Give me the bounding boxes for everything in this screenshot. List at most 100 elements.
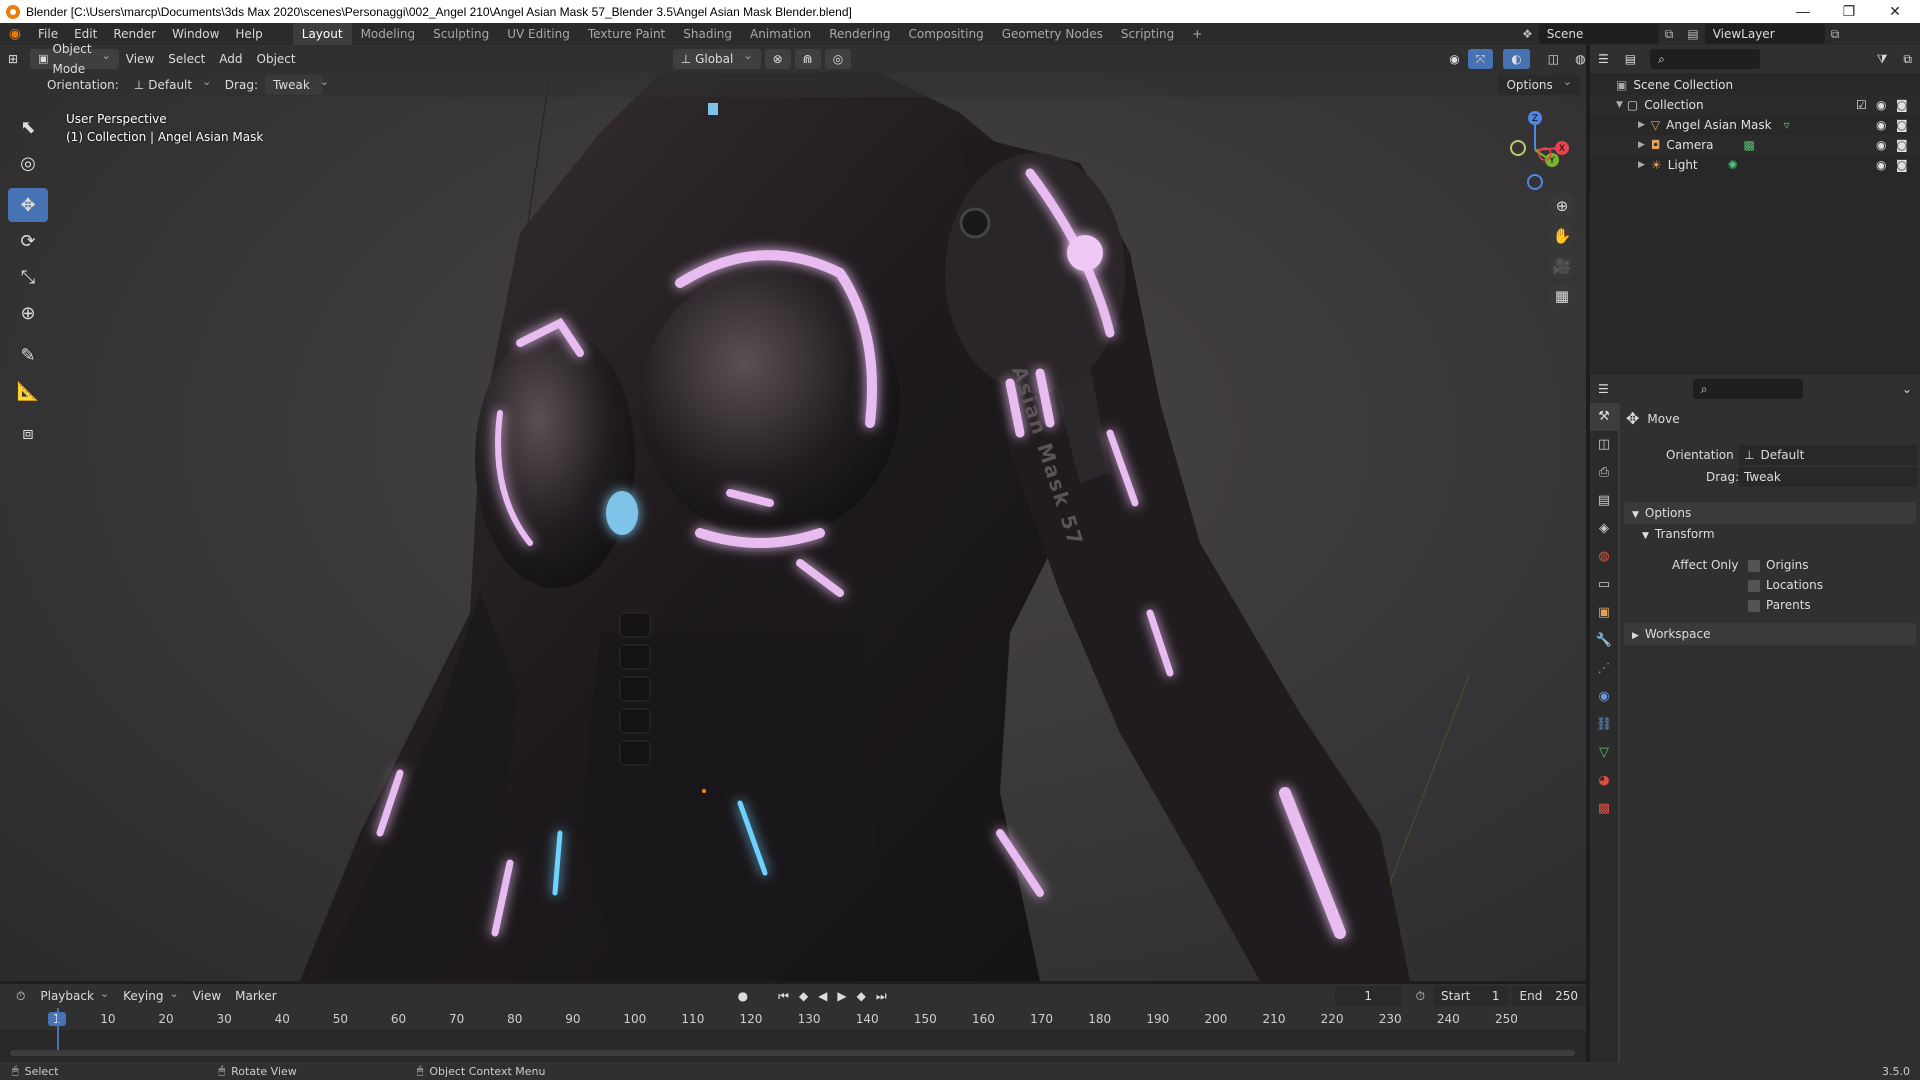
pivot-point-icon[interactable]: ⊗	[764, 49, 791, 69]
expand-icon[interactable]: ▶	[1638, 140, 1645, 150]
outliner-search-input[interactable]: ⌕	[1650, 49, 1761, 69]
timeline-scrollbar[interactable]	[10, 1050, 1575, 1056]
origins-checkbox[interactable]	[1748, 559, 1760, 572]
display-mode-icon[interactable]: ▤	[1617, 49, 1644, 69]
preview-range-icon[interactable]: ⏱	[1408, 986, 1433, 1006]
options-panel-header[interactable]: ▼ Options	[1624, 502, 1916, 524]
frame-ruler[interactable]: 1102030405060708090100110120130140150160…	[0, 1008, 1586, 1030]
outliner-item-camera[interactable]: ▶ ◘ Camera ▩ ◉ ◙	[1590, 135, 1920, 155]
menu-object[interactable]: Object	[250, 52, 303, 66]
mesh-data-icon[interactable]: ▿	[1784, 118, 1790, 132]
camera-view-icon[interactable]: 🎥	[1548, 252, 1576, 280]
affect-only-parents[interactable]: Parents	[1748, 598, 1811, 612]
transform-subpanel-header[interactable]: ▼ Transform	[1642, 527, 1715, 541]
tab-modeling[interactable]: Modeling	[352, 23, 425, 45]
menu-view[interactable]: View	[119, 52, 161, 66]
tab-material-icon[interactable]: ◕	[1590, 767, 1618, 795]
mode-selector[interactable]: ▣ Object Mode	[30, 42, 119, 76]
expand-icon[interactable]: ▶	[1638, 160, 1645, 170]
next-keyframe-icon[interactable]: ◆	[857, 986, 866, 1006]
playhead-line[interactable]	[57, 1008, 59, 1056]
3d-viewport[interactable]: Asian Mask 57	[0, 73, 1586, 981]
timeline-editor-type-icon[interactable]: ⏱	[8, 986, 33, 1006]
tab-scene-icon[interactable]: ◈	[1590, 515, 1618, 543]
auto-keying-icon[interactable]: ●	[730, 986, 756, 1006]
tab-modifiers-icon[interactable]: 🔧	[1590, 627, 1618, 655]
visibility-icon[interactable]: ◉	[1876, 138, 1886, 152]
tab-rendering[interactable]: Rendering	[820, 23, 899, 45]
scene-selector[interactable]: Scene	[1538, 24, 1659, 44]
menu-playback[interactable]: Playback	[33, 989, 116, 1003]
start-frame-field[interactable]: Start 1	[1433, 986, 1508, 1006]
menu-keying[interactable]: Keying	[116, 989, 186, 1003]
parents-checkbox[interactable]	[1748, 599, 1760, 612]
tab-object-icon[interactable]: ▣	[1590, 599, 1618, 627]
collection-visibility-icon[interactable]: ◉	[1876, 98, 1886, 112]
tab-texture-paint[interactable]: Texture Paint	[579, 23, 674, 45]
new-view-layer-icon[interactable]: ⧉	[1831, 27, 1840, 42]
zoom-icon[interactable]: ⊕	[1548, 192, 1576, 220]
properties-editor-type-icon[interactable]: ☰	[1590, 379, 1617, 399]
visibility-icon[interactable]: ◉	[1876, 118, 1886, 132]
outliner-item-angel-asian-mask[interactable]: ▶ ▽ Angel Asian Mask ▿ ◉ ◙	[1590, 115, 1920, 135]
render-icon[interactable]: ◙	[1896, 158, 1908, 172]
camera-data-icon[interactable]: ▩	[1744, 138, 1755, 152]
properties-options-icon[interactable]: ⌄	[1894, 379, 1920, 399]
tab-sculpting[interactable]: Sculpting	[424, 23, 498, 45]
tab-output-icon[interactable]: ⎙	[1590, 459, 1618, 487]
orientation-prop-select[interactable]: ⊥ Default	[1738, 445, 1918, 465]
menu-render[interactable]: Render	[105, 23, 164, 45]
view-layer-icon[interactable]: ▤	[1687, 27, 1698, 41]
filter-icon[interactable]: ⧩	[1869, 49, 1896, 69]
measure-tool-icon[interactable]: 📐	[8, 374, 48, 408]
close-button[interactable]: ✕	[1872, 0, 1918, 23]
gizmo-neg-y-axis[interactable]	[1510, 140, 1526, 156]
tab-view-layer-icon[interactable]: ▤	[1590, 487, 1618, 515]
visibility-icon[interactable]: ◉	[1441, 49, 1467, 69]
menu-select[interactable]: Select	[161, 52, 212, 66]
pan-hand-icon[interactable]: ✋	[1548, 222, 1576, 250]
ortho-grid-icon[interactable]: ▦	[1548, 282, 1576, 310]
menu-timeline-view[interactable]: View	[186, 989, 228, 1003]
xray-icon[interactable]: ◫	[1540, 49, 1567, 69]
affect-only-locations[interactable]: Locations	[1748, 578, 1823, 592]
tab-collection-icon[interactable]: ▭	[1590, 571, 1618, 599]
render-icon[interactable]: ◙	[1896, 118, 1908, 132]
timeline-body[interactable]: 1102030405060708090100110120130140150160…	[0, 1008, 1586, 1064]
select-box-tool-icon[interactable]: ⬉	[8, 110, 48, 144]
restore-button[interactable]: ❐	[1826, 0, 1872, 23]
workspace-panel-header[interactable]: ▶ Workspace	[1624, 623, 1916, 645]
tab-shading[interactable]: Shading	[674, 23, 741, 45]
jump-end-icon[interactable]: ⏭	[876, 986, 887, 1006]
collection-expand-icon[interactable]: ▼	[1616, 100, 1623, 110]
tab-tool-icon[interactable]: ⚒	[1590, 403, 1618, 431]
add-cube-tool-icon[interactable]: ⧈	[8, 416, 48, 450]
minimize-button[interactable]: —	[1780, 0, 1826, 23]
end-frame-field[interactable]: End 250	[1511, 986, 1587, 1006]
drag-prop-select[interactable]: Tweak	[1738, 467, 1918, 487]
play-icon[interactable]: ▶	[837, 986, 846, 1006]
scene-collection-row[interactable]: ▣ Scene Collection	[1590, 75, 1920, 95]
blender-menu-icon[interactable]: ◉	[0, 26, 30, 42]
new-scene-icon[interactable]: ⧉	[1665, 27, 1674, 42]
new-collection-icon[interactable]: ⧉	[1895, 49, 1920, 69]
tab-constraints-icon[interactable]: ⛓	[1590, 711, 1618, 739]
properties-search-input[interactable]: ⌕	[1692, 379, 1803, 399]
outliner-item-light[interactable]: ▶ ☀ Light ✺ ◉ ◙	[1590, 155, 1920, 175]
tab-compositing[interactable]: Compositing	[899, 23, 992, 45]
tab-texture-icon[interactable]: ▩	[1590, 795, 1618, 823]
scene-icon[interactable]: ❖	[1522, 27, 1533, 41]
tab-physics-icon[interactable]: ◉	[1590, 683, 1618, 711]
locations-checkbox[interactable]	[1748, 579, 1760, 592]
collection-row[interactable]: ▼ ▢ Collection ☑ ◉ ◙	[1590, 95, 1920, 115]
collection-render-icon[interactable]: ◙	[1896, 98, 1908, 112]
drag-selector[interactable]: Tweak	[264, 75, 323, 95]
jump-start-icon[interactable]: ⏮	[778, 986, 789, 1006]
cursor-tool-icon[interactable]: ◎	[8, 146, 48, 180]
tab-render-icon[interactable]: ◫	[1590, 431, 1618, 459]
menu-window[interactable]: Window	[164, 23, 227, 45]
tab-layout[interactable]: Layout	[292, 23, 352, 45]
tab-world-icon[interactable]: ◍	[1590, 543, 1618, 571]
visibility-icon[interactable]: ◉	[1876, 158, 1886, 172]
tab-scripting[interactable]: Scripting	[1112, 23, 1183, 45]
